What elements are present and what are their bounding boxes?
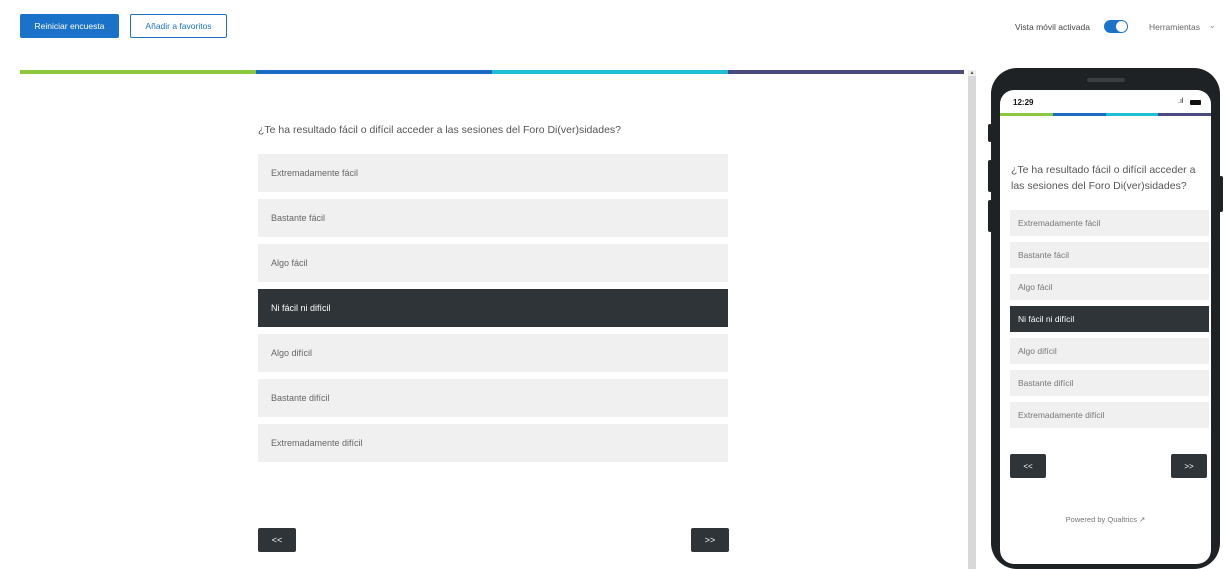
progress-segment [1158, 113, 1211, 116]
progress-segment [256, 70, 492, 74]
answer-option[interactable]: Extremadamente fácil [1010, 210, 1209, 236]
mobile-answer-options: Extremadamente fácil Bastante fácil Algo f… [1010, 210, 1209, 434]
phone-time: 12:29 [1013, 98, 1034, 107]
answer-option[interactable]: Algo difícil [258, 334, 728, 372]
phone-side-button [988, 124, 992, 142]
answer-option[interactable]: Bastante fácil [1010, 242, 1209, 268]
phone-speaker [1087, 78, 1125, 82]
scroll-up-arrow-icon[interactable]: ▲ [968, 70, 976, 76]
powered-by-qualtrics-link[interactable]: Powered by Qualtrics ↗ [1000, 515, 1211, 524]
progress-segment [1105, 113, 1159, 116]
mobile-view-label: Vista móvil activada [1015, 22, 1090, 32]
progress-segment [492, 70, 728, 74]
progress-segment [1052, 113, 1106, 116]
progress-segment [1000, 113, 1053, 116]
phone-side-button [1219, 176, 1223, 212]
answer-option[interactable]: Ni fácil ni difícil [1010, 306, 1209, 332]
top-toolbar: Reiniciar encuesta Añadir a favoritos Vi… [0, 0, 1225, 56]
question-text: ¿Te ha resultado fácil o difícil acceder… [258, 124, 622, 136]
answer-option[interactable]: Bastante difícil [1010, 370, 1209, 396]
battery-icon [1190, 100, 1201, 105]
answer-option[interactable]: Algo difícil [1010, 338, 1209, 364]
answer-option[interactable]: Bastante fácil [258, 199, 728, 237]
previous-button[interactable]: << [258, 528, 296, 552]
answer-option[interactable]: Algo fácil [258, 244, 728, 282]
progress-segment [20, 70, 256, 74]
answer-options: Extremadamente fácil Bastante fácil Algo f… [258, 154, 728, 469]
desktop-progress-bar [20, 70, 964, 74]
signal-icon: .ıl [1178, 98, 1184, 105]
mobile-view-toggle[interactable] [1104, 20, 1128, 33]
progress-segment [728, 70, 964, 74]
toggle-knob [1116, 21, 1127, 32]
phone-side-button [988, 160, 992, 192]
phone-screen: 12:29 .ıl ¿Te ha resultado fácil o difíc… [1000, 90, 1211, 564]
mobile-question-text: ¿Te ha resultado fácil o difícil acceder… [1011, 164, 1196, 192]
answer-option[interactable]: Extremadamente difícil [258, 424, 728, 462]
desktop-scrollbar[interactable]: ▲ [968, 70, 976, 569]
add-to-favorites-button[interactable]: Añadir a favoritos [130, 14, 227, 38]
answer-option[interactable]: Bastante difícil [258, 379, 728, 417]
mobile-progress-bar [1000, 113, 1211, 116]
answer-option[interactable]: Ni fácil ni difícil [258, 289, 728, 327]
mobile-next-button[interactable]: >> [1171, 454, 1207, 478]
phone-side-button [988, 200, 992, 232]
tools-menu[interactable]: Herramientas [1149, 22, 1200, 32]
mobile-previous-button[interactable]: << [1010, 454, 1046, 478]
restart-survey-button[interactable]: Reiniciar encuesta [20, 14, 119, 38]
mobile-preview-phone: 12:29 .ıl ¿Te ha resultado fácil o difíc… [988, 68, 1223, 569]
answer-option[interactable]: Algo fácil [1010, 274, 1209, 300]
chevron-down-icon[interactable]: ⌄ [1209, 21, 1216, 30]
answer-option[interactable]: Extremadamente difícil [1010, 402, 1209, 428]
next-button[interactable]: >> [691, 528, 729, 552]
answer-option[interactable]: Extremadamente fácil [258, 154, 728, 192]
